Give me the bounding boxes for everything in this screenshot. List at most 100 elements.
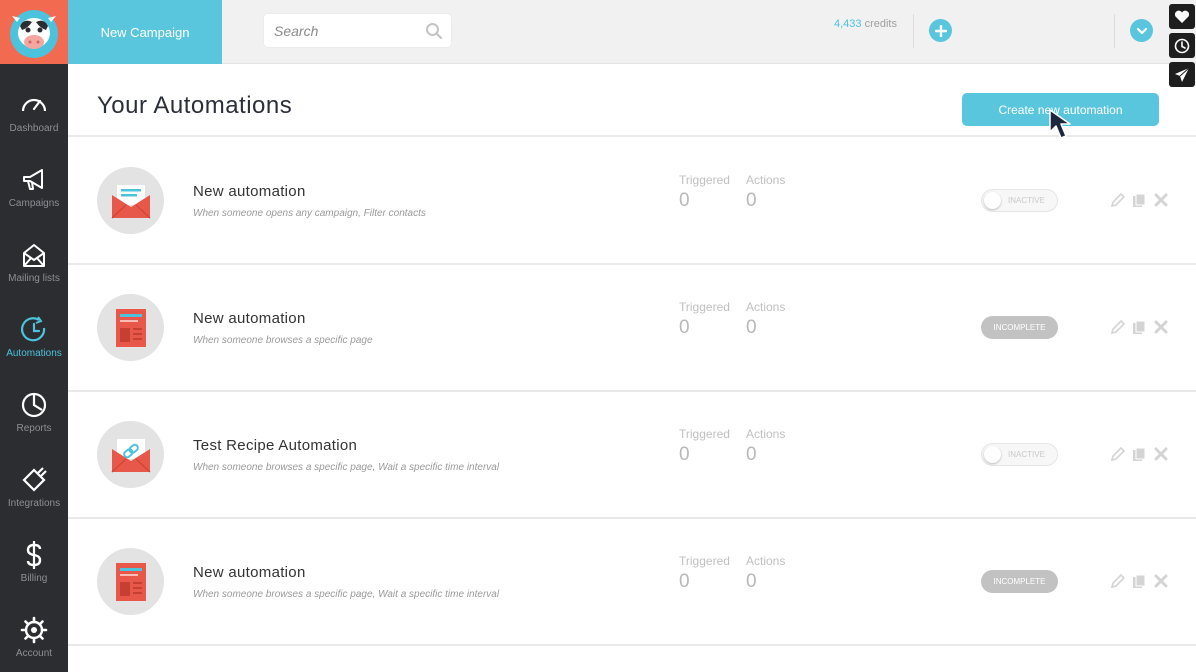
- cow-mascot-icon: [10, 10, 58, 58]
- actions-count: 0: [746, 444, 757, 465]
- close-icon: [1154, 193, 1168, 207]
- top-bar: New Campaign 4,433 credits: [68, 0, 1196, 64]
- delete-button[interactable]: [1153, 573, 1169, 589]
- copy-icon: [1133, 320, 1146, 334]
- pencil-icon: [1110, 446, 1125, 461]
- automation-row[interactable]: New automation When someone opens any ca…: [68, 137, 1196, 263]
- logo[interactable]: [0, 0, 68, 64]
- edit-button[interactable]: [1109, 446, 1125, 462]
- credits-display: 4,433 credits: [834, 18, 897, 30]
- gauge-icon: [19, 90, 49, 120]
- search-box: [263, 13, 452, 48]
- automation-description: When someone opens any campaign, Filter …: [193, 208, 426, 219]
- watch-later-button[interactable]: [1169, 33, 1195, 58]
- actions-count: 0: [746, 317, 757, 338]
- divider: [913, 14, 914, 48]
- actions-label: Actions: [746, 300, 786, 314]
- duplicate-button[interactable]: [1131, 192, 1147, 208]
- account-menu-button[interactable]: [1130, 19, 1153, 42]
- duplicate-button[interactable]: [1131, 573, 1147, 589]
- duplicate-button[interactable]: [1131, 319, 1147, 335]
- heart-icon: [1174, 10, 1190, 23]
- automation-name[interactable]: New automation: [193, 564, 306, 581]
- pie-chart-icon: [19, 390, 49, 420]
- search-icon[interactable]: [425, 22, 443, 40]
- delete-button[interactable]: [1153, 192, 1169, 208]
- link-envelope-icon: [110, 438, 151, 473]
- pencil-icon: [1110, 573, 1125, 588]
- actions-label: Actions: [746, 427, 786, 441]
- sidebar-item-reports[interactable]: Reports: [0, 364, 68, 439]
- sidebar-item-label: Billing: [20, 573, 48, 584]
- edit-button[interactable]: [1109, 319, 1125, 335]
- close-icon: [1154, 574, 1168, 588]
- clock-refresh-icon: [19, 315, 49, 345]
- automation-name[interactable]: New automation: [193, 183, 306, 200]
- sidebar-item-dashboard[interactable]: Dashboard: [0, 64, 68, 139]
- triggered-count: 0: [679, 190, 690, 211]
- copy-icon: [1133, 447, 1146, 461]
- add-credits-button[interactable]: [929, 19, 952, 42]
- envelope-icon: [19, 240, 49, 270]
- triggered-count: 0: [679, 317, 690, 338]
- status-toggle[interactable]: INACTIVE: [981, 189, 1058, 212]
- triggered-label: Triggered: [679, 427, 730, 441]
- close-icon: [1154, 447, 1168, 461]
- triggered-label: Triggered: [679, 554, 730, 568]
- sidebar-item-campaigns[interactable]: Campaigns: [0, 139, 68, 214]
- plus-icon: [934, 24, 947, 37]
- pencil-icon: [1110, 319, 1125, 334]
- sidebar-item-label: Automations: [6, 348, 62, 359]
- sidebar-item-billing[interactable]: Billing: [0, 514, 68, 589]
- delete-button[interactable]: [1153, 446, 1169, 462]
- automation-name[interactable]: New automation: [193, 310, 306, 327]
- actions-label: Actions: [746, 554, 786, 568]
- sidebar: Dashboard Campaigns Mailing lists Automa…: [0, 0, 68, 672]
- divider: [68, 644, 1196, 646]
- status-toggle[interactable]: INACTIVE: [981, 443, 1058, 466]
- toggle-knob: [984, 446, 1001, 463]
- plug-icon: [19, 465, 49, 495]
- triggered-label: Triggered: [679, 300, 730, 314]
- duplicate-button[interactable]: [1131, 446, 1147, 462]
- new-campaign-button[interactable]: New Campaign: [68, 0, 222, 64]
- edit-button[interactable]: [1109, 573, 1125, 589]
- divider: [1114, 14, 1115, 48]
- toggle-knob: [984, 192, 1001, 209]
- floating-toolbar: [1166, 4, 1196, 91]
- gear-icon: [19, 615, 49, 645]
- sidebar-item-mailing-lists[interactable]: Mailing lists: [0, 214, 68, 289]
- edit-button[interactable]: [1109, 192, 1125, 208]
- sidebar-item-label: Integrations: [7, 498, 61, 509]
- actions-count: 0: [746, 190, 757, 211]
- automation-avatar: [97, 421, 164, 488]
- actions-label: Actions: [746, 173, 786, 187]
- sidebar-item-account[interactable]: Account: [0, 589, 68, 664]
- automation-row[interactable]: Test Recipe Automation When someone brow…: [68, 391, 1196, 517]
- credits-count: 4,433: [834, 18, 862, 30]
- sidebar-item-label: Campaigns: [8, 198, 60, 209]
- actions-count: 0: [746, 571, 757, 592]
- chevron-down-icon: [1136, 27, 1147, 34]
- megaphone-icon: [19, 165, 49, 195]
- web-page-icon: [115, 308, 146, 347]
- dollar-icon: [19, 540, 49, 570]
- sidebar-item-automations[interactable]: Automations: [0, 289, 68, 364]
- page-title: Your Automations: [97, 92, 293, 119]
- favorite-button[interactable]: [1169, 4, 1195, 29]
- pencil-icon: [1110, 192, 1125, 207]
- share-button[interactable]: [1169, 62, 1195, 87]
- copy-icon: [1133, 574, 1146, 588]
- delete-button[interactable]: [1153, 319, 1169, 335]
- automation-row[interactable]: New automation When someone browses a sp…: [68, 264, 1196, 390]
- triggered-count: 0: [679, 444, 690, 465]
- automation-row[interactable]: New automation When someone browses a sp…: [68, 518, 1196, 644]
- app: Dashboard Campaigns Mailing lists Automa…: [0, 0, 1196, 672]
- automation-description: When someone browses a specific page, Wa…: [193, 589, 500, 600]
- sidebar-item-label: Mailing lists: [8, 273, 60, 284]
- search-input[interactable]: [264, 14, 414, 47]
- triggered-count: 0: [679, 571, 690, 592]
- automation-name[interactable]: Test Recipe Automation: [193, 437, 357, 454]
- sidebar-item-integrations[interactable]: Integrations: [0, 439, 68, 514]
- triggered-label: Triggered: [679, 173, 730, 187]
